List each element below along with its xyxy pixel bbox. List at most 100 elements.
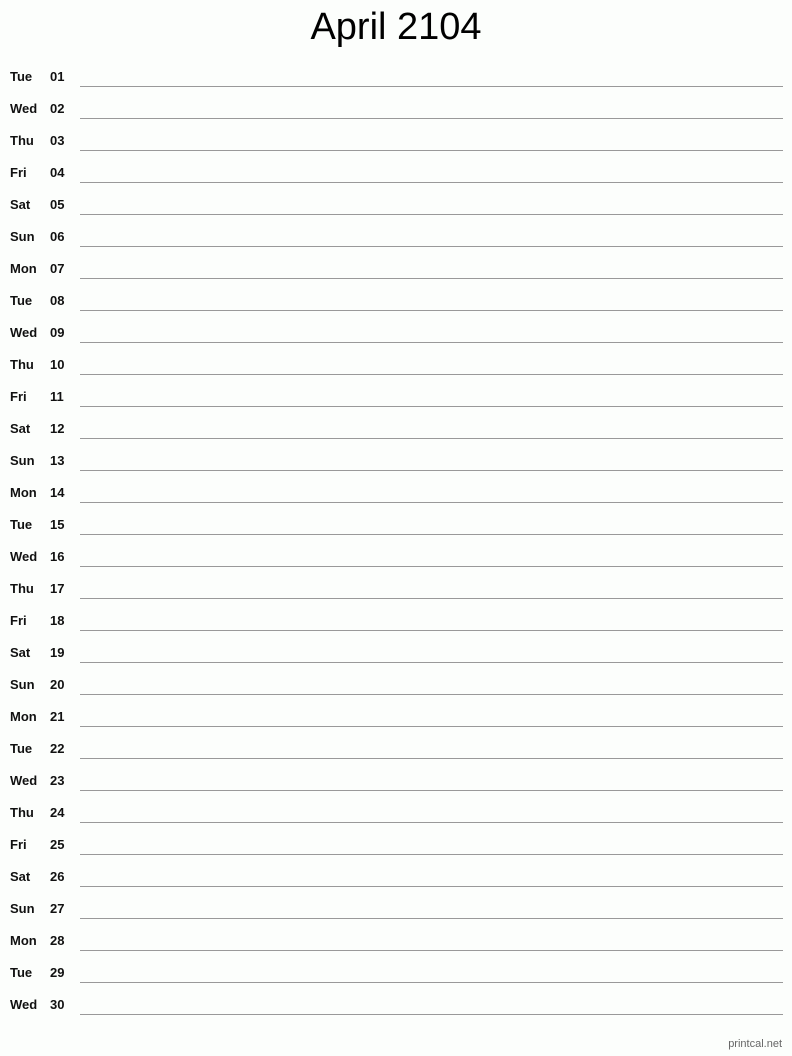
writing-line bbox=[80, 694, 783, 695]
writing-line bbox=[80, 374, 783, 375]
writing-line bbox=[80, 342, 783, 343]
writing-line bbox=[80, 982, 783, 983]
weekday-label: Tue bbox=[10, 517, 33, 532]
weekday-label: Tue bbox=[10, 965, 33, 980]
day-row: Sat 26 bbox=[0, 860, 792, 892]
weekday-label: Sat bbox=[10, 645, 31, 660]
writing-line bbox=[80, 86, 783, 87]
day-number: 17 bbox=[50, 581, 65, 596]
day-row: Fri 11 bbox=[0, 380, 792, 412]
weekday-label: Fri bbox=[10, 165, 27, 180]
writing-line bbox=[80, 310, 783, 311]
weekday-label: Sat bbox=[10, 869, 31, 884]
weekday-label: Sun bbox=[10, 901, 35, 916]
day-number: 23 bbox=[50, 773, 65, 788]
day-number: 22 bbox=[50, 741, 65, 756]
day-row: Thu 17 bbox=[0, 572, 792, 604]
writing-line bbox=[80, 950, 783, 951]
weekday-label: Mon bbox=[10, 485, 37, 500]
writing-line bbox=[80, 534, 783, 535]
day-number: 20 bbox=[50, 677, 65, 692]
day-number: 30 bbox=[50, 997, 65, 1012]
day-row: Mon 07 bbox=[0, 252, 792, 284]
day-row: Sun 20 bbox=[0, 668, 792, 700]
calendar-title: April 2104 bbox=[310, 6, 482, 48]
day-number: 21 bbox=[50, 709, 65, 724]
day-number: 12 bbox=[50, 421, 65, 436]
writing-line bbox=[80, 758, 783, 759]
day-number: 05 bbox=[50, 197, 65, 212]
day-number: 25 bbox=[50, 837, 65, 852]
weekday-label: Wed bbox=[10, 997, 38, 1012]
site-credit: printcal.net bbox=[728, 1038, 782, 1050]
weekday-label: Wed bbox=[10, 101, 38, 116]
writing-line bbox=[80, 1014, 783, 1015]
day-row: Wed 30 bbox=[0, 988, 792, 1020]
day-list: Tue 01 Wed 02 Thu 03 Fri 04 Sat 05 Sun 06 Mon 07 Tue 08… bbox=[0, 60, 792, 1020]
writing-line bbox=[80, 502, 783, 503]
weekday-label: Thu bbox=[10, 581, 34, 596]
day-number: 09 bbox=[50, 325, 65, 340]
day-row: Sat 19 bbox=[0, 636, 792, 668]
day-number: 19 bbox=[50, 645, 65, 660]
writing-line bbox=[80, 118, 783, 119]
weekday-label: Sat bbox=[10, 197, 31, 212]
writing-line bbox=[80, 438, 783, 439]
writing-line bbox=[80, 406, 783, 407]
day-row: Wed 23 bbox=[0, 764, 792, 796]
day-number: 26 bbox=[50, 869, 65, 884]
weekday-label: Tue bbox=[10, 293, 33, 308]
writing-line bbox=[80, 790, 783, 791]
weekday-label: Wed bbox=[10, 325, 38, 340]
day-row: Mon 28 bbox=[0, 924, 792, 956]
weekday-label: Fri bbox=[10, 613, 27, 628]
day-row: Sat 12 bbox=[0, 412, 792, 444]
weekday-label: Tue bbox=[10, 741, 33, 756]
day-number: 11 bbox=[50, 389, 64, 404]
weekday-label: Thu bbox=[10, 805, 34, 820]
day-row: Sun 27 bbox=[0, 892, 792, 924]
day-row: Wed 09 bbox=[0, 316, 792, 348]
weekday-label: Fri bbox=[10, 837, 27, 852]
writing-line bbox=[80, 246, 783, 247]
writing-line bbox=[80, 214, 783, 215]
day-row: Fri 04 bbox=[0, 156, 792, 188]
weekday-label: Mon bbox=[10, 709, 37, 724]
day-number: 01 bbox=[50, 69, 65, 84]
day-number: 08 bbox=[50, 293, 65, 308]
day-row: Thu 24 bbox=[0, 796, 792, 828]
day-number: 10 bbox=[50, 357, 65, 372]
day-number: 15 bbox=[50, 517, 65, 532]
writing-line bbox=[80, 726, 783, 727]
day-number: 24 bbox=[50, 805, 65, 820]
day-number: 14 bbox=[50, 485, 65, 500]
writing-line bbox=[80, 854, 783, 855]
writing-line bbox=[80, 470, 783, 471]
day-row: Sun 13 bbox=[0, 444, 792, 476]
day-row: Sun 06 bbox=[0, 220, 792, 252]
day-row: Tue 01 bbox=[0, 60, 792, 92]
weekday-label: Sun bbox=[10, 453, 35, 468]
writing-line bbox=[80, 662, 783, 663]
day-number: 27 bbox=[50, 901, 65, 916]
writing-line bbox=[80, 886, 783, 887]
day-row: Tue 29 bbox=[0, 956, 792, 988]
writing-line bbox=[80, 630, 783, 631]
weekday-label: Sun bbox=[10, 229, 35, 244]
writing-line bbox=[80, 822, 783, 823]
weekday-label: Tue bbox=[10, 69, 33, 84]
weekday-label: Sun bbox=[10, 677, 35, 692]
weekday-label: Sat bbox=[10, 421, 31, 436]
day-row: Sat 05 bbox=[0, 188, 792, 220]
writing-line bbox=[80, 182, 783, 183]
day-row: Tue 08 bbox=[0, 284, 792, 316]
day-number: 18 bbox=[50, 613, 65, 628]
writing-line bbox=[80, 278, 783, 279]
day-number: 07 bbox=[50, 261, 65, 276]
day-number: 03 bbox=[50, 133, 65, 148]
day-number: 29 bbox=[50, 965, 65, 980]
day-row: Tue 15 bbox=[0, 508, 792, 540]
day-row: Mon 21 bbox=[0, 700, 792, 732]
day-number: 04 bbox=[50, 165, 65, 180]
day-row: Thu 03 bbox=[0, 124, 792, 156]
